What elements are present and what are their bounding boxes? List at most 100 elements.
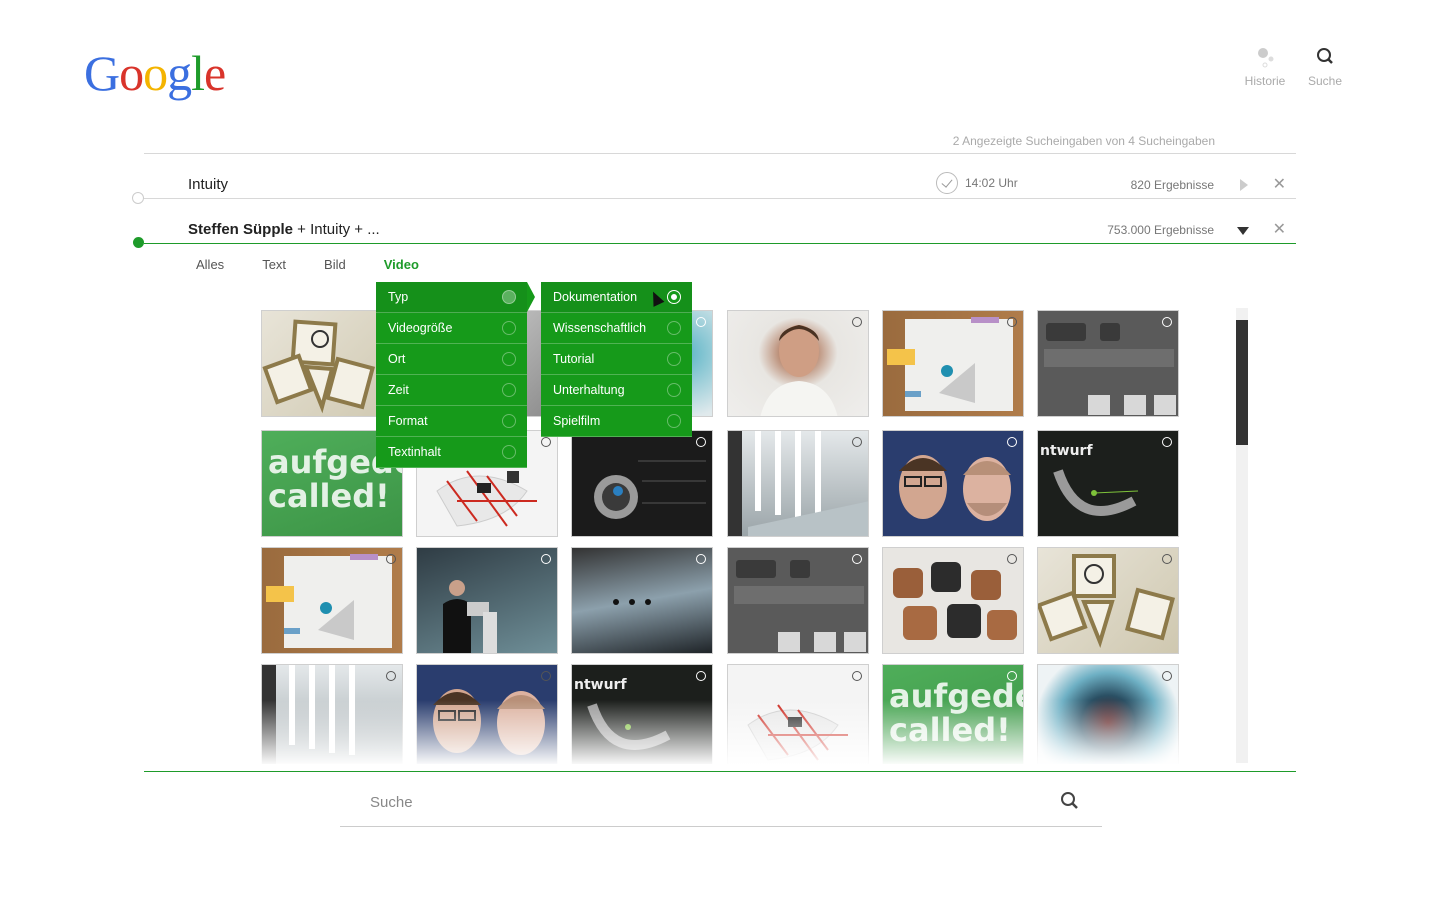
zoom-icon[interactable]: [1162, 554, 1172, 564]
logo-letter: G: [84, 45, 120, 101]
query-row-intuity[interactable]: Intuity 14:02 Uhr 820 Ergebnisse ✕: [132, 170, 1296, 204]
video-thumbnail[interactable]: [727, 664, 869, 764]
query-row-steffen[interactable]: Steffen Süpple + Intuity + ... 753.000 E…: [133, 215, 1296, 248]
zoom-icon[interactable]: [1007, 437, 1017, 447]
query-dot-active[interactable]: [133, 237, 144, 248]
video-thumbnail[interactable]: ntwurf: [571, 664, 713, 764]
menu-item-label: Dokumentation: [553, 290, 638, 304]
filter-menu-secondary: Dokumentation Wissenschaftlich Tutorial …: [541, 282, 692, 437]
video-thumbnail[interactable]: [416, 547, 558, 654]
video-thumbnail[interactable]: [882, 547, 1024, 654]
menu-arrow-icon: [527, 282, 535, 312]
video-thumbnail[interactable]: [1037, 664, 1179, 764]
zoom-icon[interactable]: [852, 554, 862, 564]
chevron-down-icon[interactable]: [1237, 227, 1249, 235]
tab-bild[interactable]: Bild: [324, 257, 346, 272]
search-icon: [1295, 44, 1355, 70]
video-thumbnail[interactable]: ntwurf: [1037, 430, 1179, 537]
video-thumbnail[interactable]: [416, 664, 558, 764]
radio-icon: [667, 352, 681, 366]
thumbnail-text: ntwurf: [1040, 443, 1093, 459]
history-icon: [1235, 44, 1295, 70]
divider-bottom: [144, 771, 1296, 772]
query-time-label: 14:02 Uhr: [965, 176, 1018, 190]
scrollbar-thumb[interactable]: [1236, 320, 1248, 445]
menu-item-zeit[interactable]: Zeit: [376, 375, 527, 406]
query-dot[interactable]: [132, 192, 144, 204]
query-results: 820 Ergebnisse: [1130, 178, 1214, 192]
radio-icon: [502, 414, 516, 428]
menu-item-unterhaltung[interactable]: Unterhaltung: [541, 375, 692, 406]
menu-item-label: Spielfilm: [553, 414, 601, 428]
tab-text[interactable]: Text: [262, 257, 286, 272]
zoom-icon[interactable]: [696, 671, 706, 681]
zoom-icon[interactable]: [1162, 317, 1172, 327]
menu-item-videogroesse[interactable]: Videogröße: [376, 313, 527, 344]
zoom-icon[interactable]: [1007, 671, 1017, 681]
zoom-icon[interactable]: [1162, 671, 1172, 681]
zoom-icon[interactable]: [541, 437, 551, 447]
search-icon[interactable]: [1060, 791, 1078, 809]
zoom-icon[interactable]: [696, 437, 706, 447]
video-thumbnail[interactable]: [882, 430, 1024, 537]
thumbnail-text: ntwurf: [574, 677, 627, 693]
zoom-icon[interactable]: [1162, 437, 1172, 447]
zoom-icon[interactable]: [1007, 554, 1017, 564]
video-thumbnail[interactable]: [571, 547, 713, 654]
video-thumbnail[interactable]: [727, 430, 869, 537]
zoom-icon[interactable]: [386, 671, 396, 681]
menu-item-spielfilm[interactable]: Spielfilm: [541, 406, 692, 437]
menu-item-label: Typ: [388, 290, 409, 304]
zoom-icon[interactable]: [852, 671, 862, 681]
video-thumbnail[interactable]: [882, 310, 1024, 417]
radio-icon: [502, 445, 516, 459]
video-thumbnail[interactable]: [1037, 310, 1179, 417]
zoom-icon[interactable]: [1007, 317, 1017, 327]
menu-item-format[interactable]: Format: [376, 406, 527, 437]
google-logo[interactable]: Google: [84, 44, 226, 102]
menu-item-typ[interactable]: Typ: [376, 282, 527, 313]
video-thumbnail[interactable]: [727, 310, 869, 417]
search-input[interactable]: [370, 789, 1030, 815]
menu-item-label: Textinhalt: [388, 445, 441, 459]
video-thumbnail[interactable]: [1037, 547, 1179, 654]
filter-menu-primary: Typ Videogröße Ort Zeit Format Textinhal…: [376, 282, 527, 468]
close-icon[interactable]: ✕: [1273, 174, 1286, 194]
video-thumbnail[interactable]: [727, 547, 869, 654]
history-button[interactable]: Historie: [1235, 44, 1295, 88]
zoom-icon[interactable]: [696, 317, 706, 327]
search-top-label: Suche: [1307, 74, 1343, 88]
query-bold: Steffen Süpple: [188, 221, 294, 238]
menu-item-textinhalt[interactable]: Textinhalt: [376, 437, 527, 468]
menu-item-tutorial[interactable]: Tutorial: [541, 344, 692, 375]
close-icon[interactable]: ✕: [1273, 219, 1286, 239]
video-thumbnail[interactable]: aufgede called!: [882, 664, 1024, 764]
video-thumbnail[interactable]: [261, 547, 403, 654]
menu-item-label: Format: [388, 414, 428, 428]
thumbnail-text: aufgede called!: [889, 677, 1024, 749]
video-thumbnail[interactable]: [261, 664, 403, 764]
menu-item-ort[interactable]: Ort: [376, 344, 527, 375]
video-thumbnail[interactable]: [571, 430, 713, 537]
zoom-icon[interactable]: [696, 554, 706, 564]
search-top-button[interactable]: Suche: [1295, 44, 1355, 88]
query-time: 14:02 Uhr: [936, 172, 1018, 194]
zoom-icon[interactable]: [852, 317, 862, 327]
menu-item-label: Videogröße: [388, 321, 453, 335]
menu-item-wissenschaftlich[interactable]: Wissenschaftlich: [541, 313, 692, 344]
zoom-icon[interactable]: [541, 554, 551, 564]
query-results: 753.000 Ergebnisse: [1107, 223, 1214, 237]
logo-letter: o: [119, 45, 144, 101]
zoom-icon[interactable]: [852, 437, 862, 447]
search-box: [340, 785, 1102, 827]
tab-video[interactable]: Video: [384, 257, 419, 272]
zoom-icon[interactable]: [541, 671, 551, 681]
tab-alles[interactable]: Alles: [196, 257, 224, 272]
radio-selected-icon: [668, 291, 680, 303]
menu-item-dokumentation[interactable]: Dokumentation: [541, 282, 692, 313]
filter-tabs: Alles Text Bild Video: [196, 257, 457, 272]
query-text: Steffen Süpple + Intuity + ...: [188, 221, 380, 238]
zoom-icon[interactable]: [386, 554, 396, 564]
play-icon[interactable]: [1240, 179, 1248, 191]
menu-item-label: Ort: [388, 352, 406, 366]
